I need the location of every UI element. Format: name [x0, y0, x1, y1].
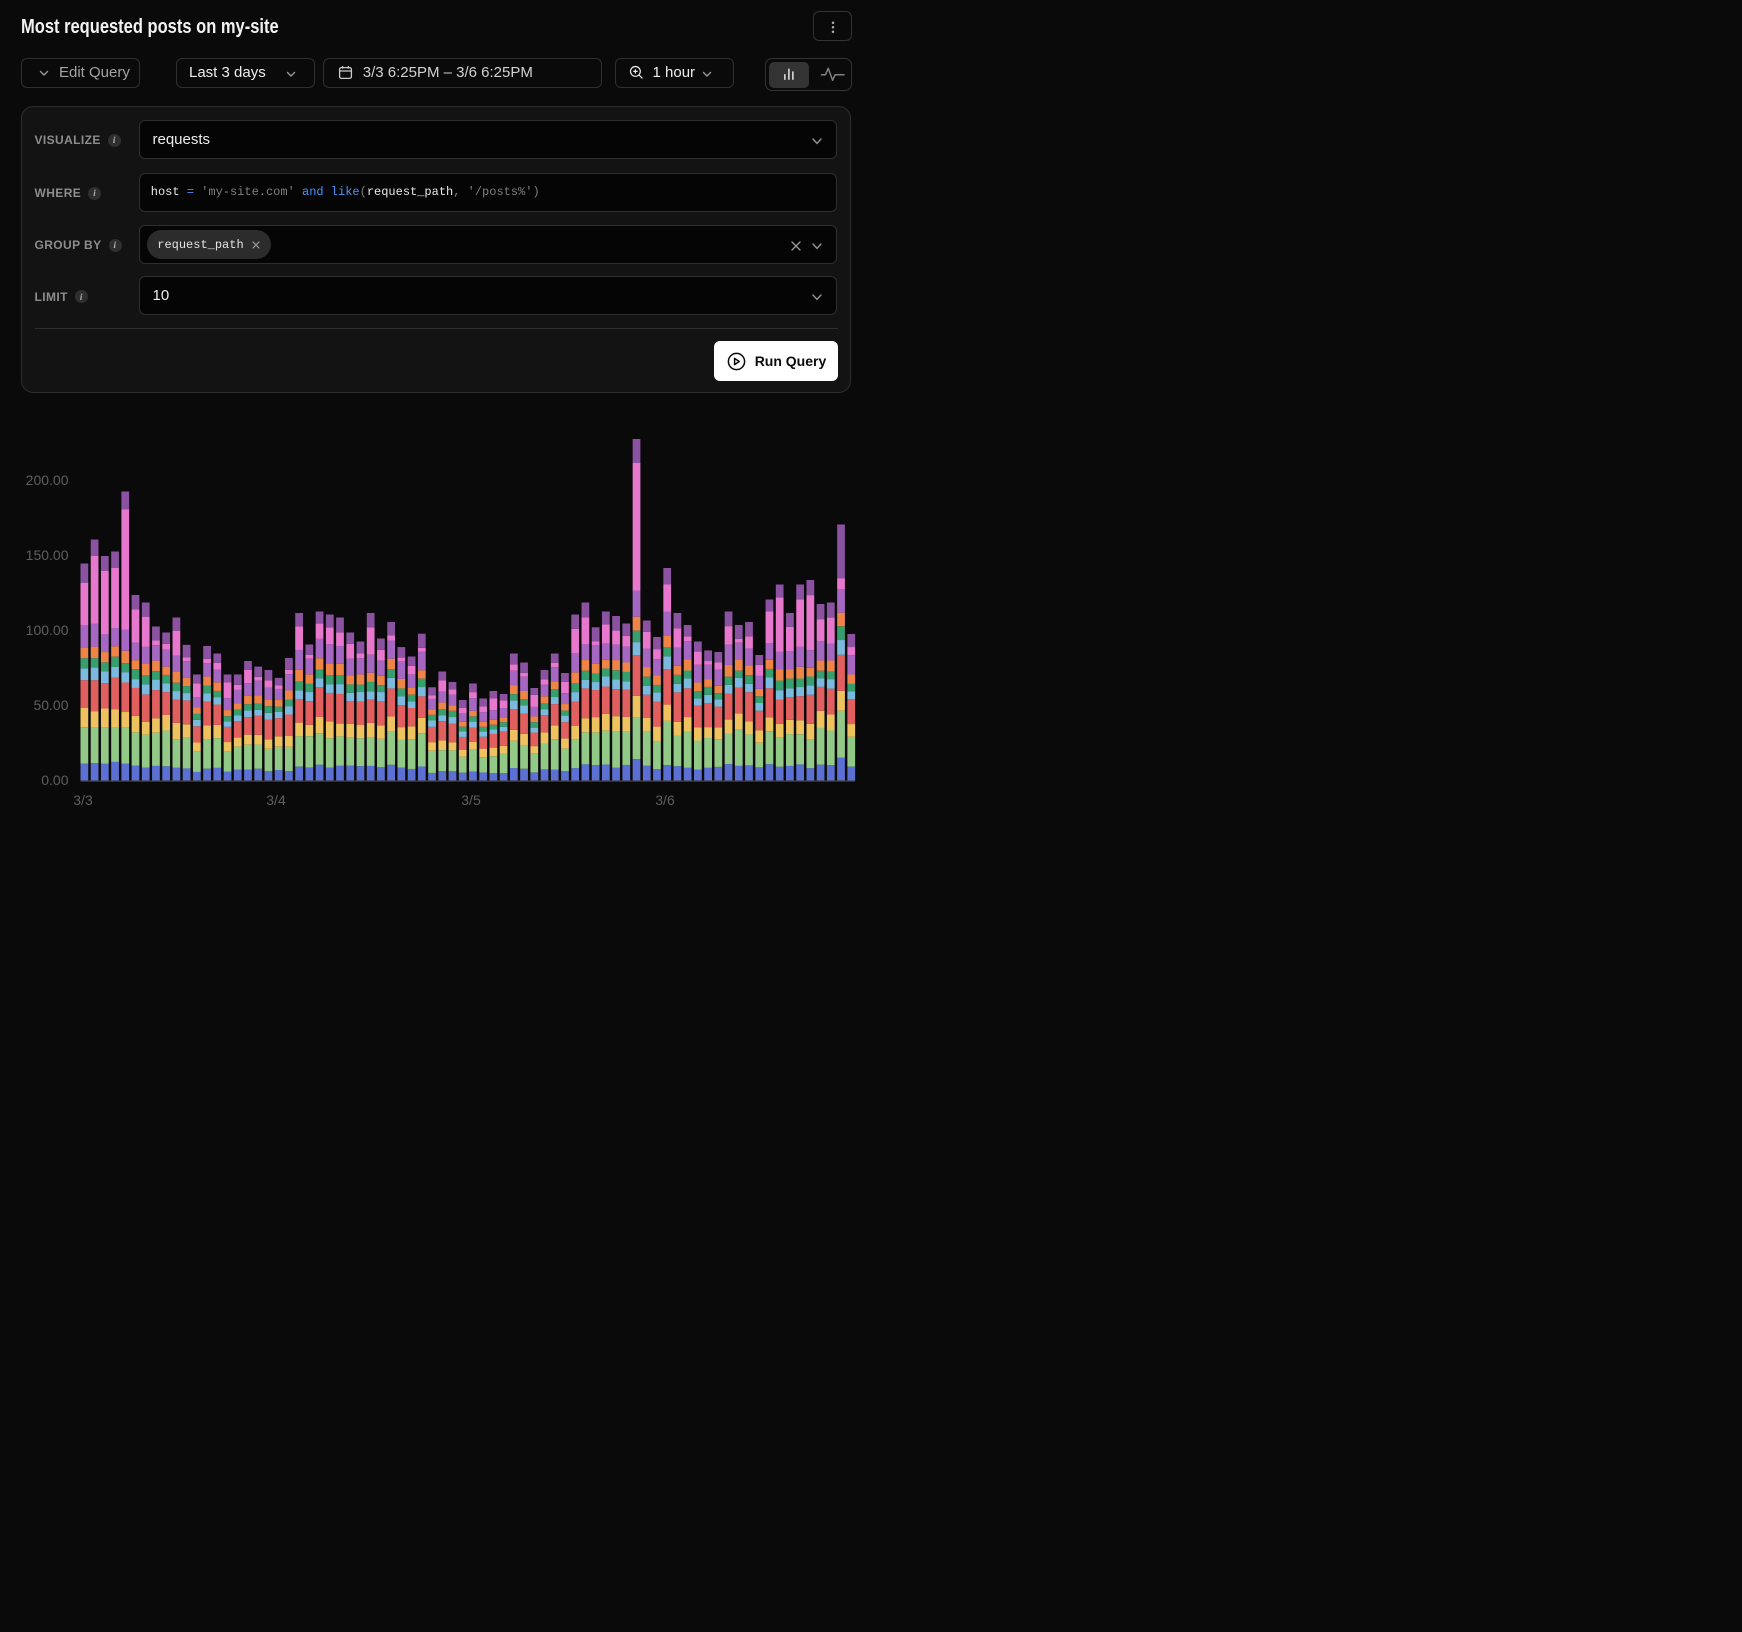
- svg-text:3/5: 3/5: [461, 792, 481, 808]
- svg-text:150.00: 150.00: [26, 547, 69, 563]
- svg-text:200.00: 200.00: [26, 472, 69, 488]
- svg-text:0.00: 0.00: [41, 772, 68, 788]
- svg-text:50.00: 50.00: [33, 697, 68, 713]
- svg-text:3/3: 3/3: [73, 792, 93, 808]
- svg-text:100.00: 100.00: [26, 622, 69, 638]
- svg-text:3/6: 3/6: [655, 792, 675, 808]
- svg-text:3/4: 3/4: [266, 792, 286, 808]
